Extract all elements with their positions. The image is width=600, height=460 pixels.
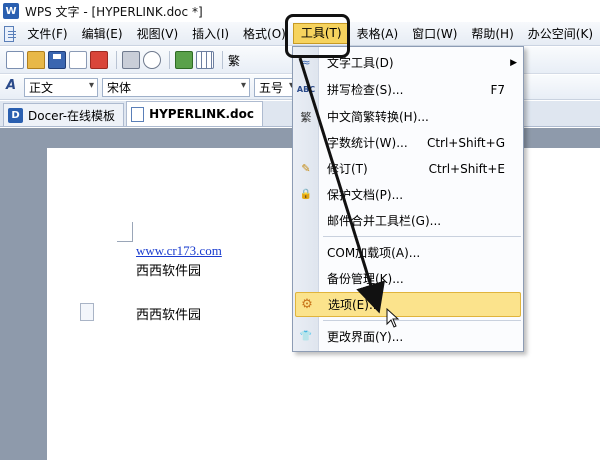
menu-view[interactable]: 视图(V) xyxy=(130,24,186,44)
document-icon[interactable] xyxy=(4,25,17,42)
save-icon[interactable] xyxy=(48,51,66,69)
protect-icon: 🔒 xyxy=(299,189,313,200)
menu-help[interactable]: 帮助(H) xyxy=(464,24,520,44)
menu-item-options[interactable]: ⚙ 选项(E)... xyxy=(295,292,521,317)
tab-docer-templates[interactable]: D Docer-在线模板 xyxy=(3,103,125,126)
embedded-object-icon[interactable] xyxy=(80,303,94,321)
traditional-chinese-button[interactable]: 繁 xyxy=(228,52,240,69)
tab-hyperlink-doc[interactable]: HYPERLINK.doc xyxy=(126,101,263,126)
document-paragraph: 西西软件园 xyxy=(136,264,202,279)
window-title: WPS 文字 - [HYPERLINK.doc *] xyxy=(25,4,203,19)
menu-bar: 文件(F) 编辑(E) 视图(V) 插入(I) 格式(O) 工具(T) 表格(A… xyxy=(0,22,600,46)
menu-item-mail-merge[interactable]: 邮件合并工具栏(G)... xyxy=(293,208,523,233)
toolbar-separator xyxy=(222,51,223,69)
open-folder-icon[interactable] xyxy=(27,51,45,69)
toolbar-separator xyxy=(169,51,170,69)
menu-item-chinese-convert[interactable]: 繁 中文简繁转换(H)... xyxy=(293,104,523,129)
menu-table[interactable]: 表格(A) xyxy=(350,24,406,44)
document-paragraph: 西西软件园 xyxy=(136,308,202,323)
menu-office-space[interactable]: 办公空间(K) xyxy=(521,24,600,44)
title-bar: W WPS 文字 - [HYPERLINK.doc *] xyxy=(0,0,600,22)
insert-object-icon[interactable] xyxy=(175,51,193,69)
table-icon[interactable] xyxy=(196,51,214,69)
tab-label: HYPERLINK.doc xyxy=(149,107,254,121)
menu-format[interactable]: 格式(O) xyxy=(236,24,293,44)
menu-item-spellcheck[interactable]: ABC 拼写检查(S)... F7 xyxy=(293,77,523,102)
menu-item-com-addins[interactable]: COM加载项(A)... xyxy=(293,240,523,265)
submenu-arrow-icon: ▶ xyxy=(510,57,517,68)
menu-tools[interactable]: 工具(T) xyxy=(292,23,350,44)
text-tool-icon: ≈ xyxy=(301,56,311,69)
margin-corner-mark xyxy=(117,222,133,242)
revision-icon: ✎ xyxy=(301,162,311,175)
print-icon[interactable] xyxy=(122,51,140,69)
toolbar-separator xyxy=(116,51,117,69)
menu-window[interactable]: 窗口(W) xyxy=(405,24,464,44)
menu-item-text-tools[interactable]: ≈ 文字工具(D) ▶ xyxy=(293,50,523,75)
mouse-cursor-icon xyxy=(386,308,400,328)
spellcheck-icon: ABC xyxy=(296,85,316,94)
menu-item-backup-manager[interactable]: 备份管理(K)... xyxy=(293,266,523,291)
convert-icon: 繁 xyxy=(300,110,312,124)
options-gear-icon: ⚙ xyxy=(301,297,313,312)
menu-separator xyxy=(323,236,521,237)
menu-item-word-count[interactable]: 字数统计(W)... Ctrl+Shift+G xyxy=(293,130,523,155)
menu-edit[interactable]: 编辑(E) xyxy=(75,24,130,44)
tab-label: Docer-在线模板 xyxy=(28,108,116,123)
skin-icon: 👕 xyxy=(299,331,313,342)
menu-item-protect-document[interactable]: 🔒 保护文档(P)... xyxy=(293,182,523,207)
font-select[interactable]: 宋体 xyxy=(102,77,250,97)
style-select[interactable]: 正文 xyxy=(24,77,98,97)
wps-logo-icon: W xyxy=(3,3,19,19)
menu-insert[interactable]: 插入(I) xyxy=(185,24,236,44)
new-document-icon[interactable] xyxy=(6,51,24,69)
menu-file[interactable]: 文件(F) xyxy=(20,24,74,44)
menu-item-change-interface[interactable]: 👕 更改界面(Y)... xyxy=(293,324,523,349)
tools-menu-dropdown: ≈ 文字工具(D) ▶ ABC 拼写检查(S)... F7 繁 中文简繁转换(H… xyxy=(292,46,524,352)
export-pdf-icon[interactable] xyxy=(90,51,108,69)
mail-icon[interactable] xyxy=(69,51,87,69)
menu-item-revision[interactable]: ✎ 修订(T) Ctrl+Shift+E xyxy=(293,156,523,181)
hyperlink[interactable]: www.cr173.com xyxy=(136,243,222,259)
menu-separator xyxy=(323,320,521,321)
docer-logo-icon: D xyxy=(8,107,23,123)
print-preview-icon[interactable] xyxy=(143,51,161,69)
style-icon[interactable]: A xyxy=(6,78,24,96)
document-icon xyxy=(131,106,145,122)
